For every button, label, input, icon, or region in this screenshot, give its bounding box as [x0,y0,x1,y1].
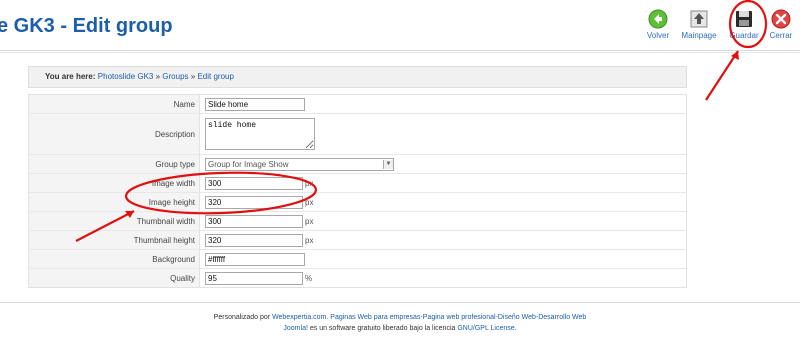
breadcrumb-separator: » [155,72,161,81]
form-row-description: Description slide home [29,114,686,155]
form-row-background: Background [29,250,686,269]
cerrar-label: Cerrar [769,31,793,40]
form-row-thumbnail-height: Thumbnail height px [29,231,686,250]
thumbnail-width-unit: px [305,216,314,226]
volver-label: Volver [646,31,670,40]
group-type-selected: Group for Image Show [208,159,289,169]
footer-prefix: Personalizado por [213,314,271,321]
edit-group-form: Name Description slide home Group type G… [28,94,687,288]
image-height-unit: px [305,197,314,207]
group-type-select[interactable]: Group for Image Show ▼ [205,157,394,171]
background-label: Background [29,250,200,268]
guardar-button[interactable]: Guardar [729,9,759,40]
quality-input[interactable] [205,271,303,285]
form-row-image-height: Image height px [29,193,686,212]
image-width-label: Image width [29,174,200,192]
name-input[interactable] [205,97,305,111]
divider [0,52,800,53]
dropdown-arrow-icon: ▼ [383,159,393,169]
image-height-label: Image height [29,193,200,211]
footer-license-text: es un software gratuito liberado bajo la… [309,325,456,332]
breadcrumb-item-edit-group[interactable]: Edit group [197,72,233,81]
image-width-unit: px [305,178,314,188]
footer-joomla-link[interactable]: Joomla! [283,325,308,332]
description-textarea[interactable]: slide home [205,118,315,150]
background-input[interactable] [205,252,305,266]
breadcrumb: You are here: Photoslide GK3 » Groups » … [28,66,687,88]
header: e GK3 - Edit group Volver Mainpage Guard… [0,0,800,51]
form-row-quality: Quality % [29,269,686,287]
thumbnail-height-unit: px [305,235,314,245]
name-label: Name [29,95,200,113]
divider [0,302,800,303]
breadcrumb-separator: » [190,72,196,81]
group-type-label: Group type [29,155,200,173]
description-label: Description [29,114,200,154]
breadcrumb-item-photoslide[interactable]: Photoslide GK3 [98,72,154,81]
guardar-label: Guardar [729,31,759,40]
home-up-icon [690,10,708,28]
thumbnail-width-label: Thumbnail width [29,212,200,230]
thumbnail-width-input[interactable] [205,214,303,228]
close-icon [771,9,791,29]
mainpage-button[interactable]: Mainpage [680,9,718,40]
thumbnail-height-label: Thumbnail height [29,231,200,249]
mainpage-label: Mainpage [681,31,717,40]
form-row-image-width: Image width px [29,174,686,193]
footer-webexpertia-link[interactable]: Webexpertia.com. Paginas Web para empres… [272,314,586,321]
cerrar-button[interactable]: Cerrar [768,9,794,40]
breadcrumb-lead: You are here: [45,72,96,81]
quality-label: Quality [29,269,200,287]
image-height-input[interactable] [205,195,303,209]
annotation-arrow-guardar [705,50,739,101]
breadcrumb-item-groups[interactable]: Groups [162,72,188,81]
quality-unit: % [305,273,313,283]
toolbar: Volver Mainpage Guardar Cerrar [0,9,800,49]
floppy-save-icon [736,11,752,27]
form-row-group-type: Group type Group for Image Show ▼ [29,155,686,174]
footer-gpl-link[interactable]: GNU/GPL License. [457,325,516,332]
form-row-thumbnail-width: Thumbnail width px [29,212,686,231]
thumbnail-height-input[interactable] [205,233,303,247]
volver-button[interactable]: Volver [645,9,671,40]
footer-line-2: Joomla! es un software gratuito liberado… [0,323,800,334]
form-row-name: Name [29,95,686,114]
footer: Personalizado por Webexpertia.com. Pagin… [0,312,800,334]
footer-line-1: Personalizado por Webexpertia.com. Pagin… [0,312,800,323]
image-width-input[interactable] [205,176,303,190]
back-arrow-icon [648,9,668,29]
